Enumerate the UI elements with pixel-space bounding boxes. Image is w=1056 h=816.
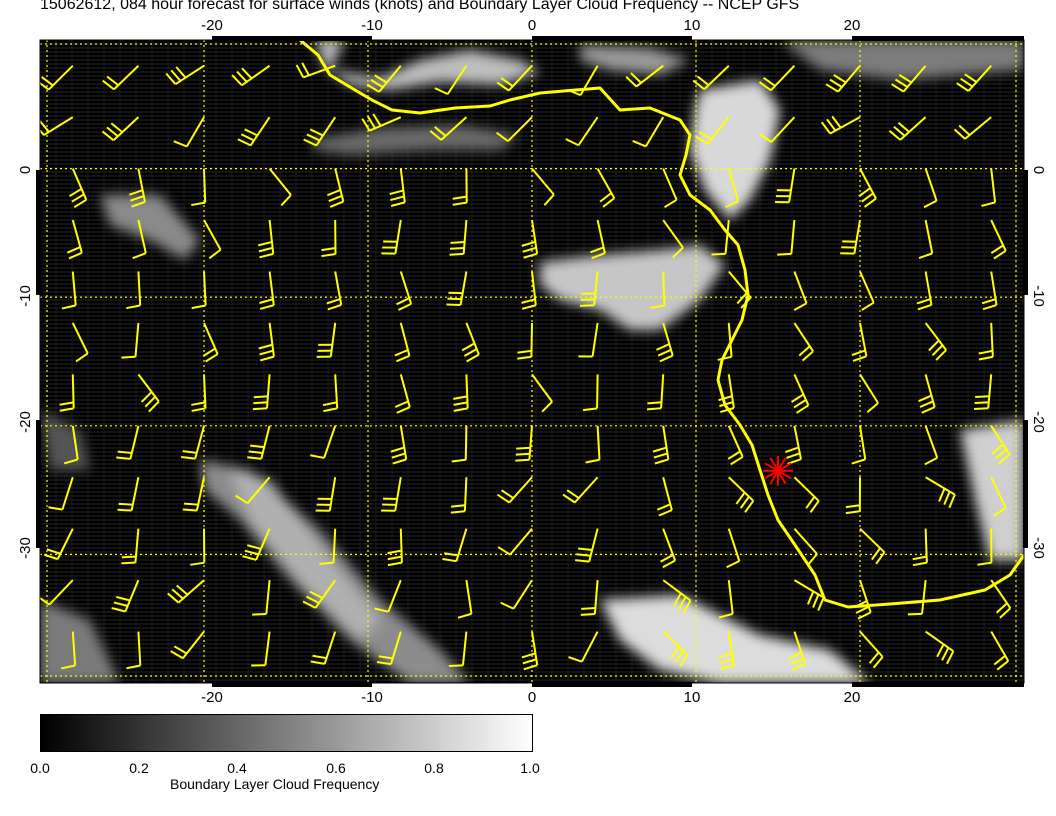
colorbar-label: Boundary Layer Cloud Frequency — [170, 776, 380, 792]
lat-tick-right: 0 — [1030, 166, 1047, 174]
lon-tick-bottom: 20 — [844, 689, 861, 706]
lon-tick-top: 10 — [684, 17, 701, 34]
lon-ticks-top: -20 -10 0 10 20 — [201, 17, 860, 34]
lat-tick-right: -10 — [1030, 285, 1047, 307]
lat-tick-right: -30 — [1030, 537, 1047, 559]
lat-tick-right: -20 — [1030, 411, 1047, 433]
map-figure: -20 -10 0 10 20 -20 -10 0 10 20 0 -10 -2… — [17, 17, 1047, 706]
lon-tick-top: -20 — [201, 17, 223, 34]
lat-tick-left: -10 — [17, 285, 34, 307]
colorbar — [40, 714, 533, 752]
lon-tick-bottom: 10 — [684, 689, 701, 706]
colorbar-tick: 0.4 — [227, 760, 247, 776]
lon-tick-bottom: 0 — [528, 689, 536, 706]
lon-tick-bottom: -20 — [201, 689, 223, 706]
colorbar-tick: 0.8 — [424, 760, 444, 776]
colorbar-tick: 0.2 — [129, 760, 149, 776]
lon-ticks-bottom: -20 -10 0 10 20 — [201, 689, 860, 706]
lat-ticks-right: 0 -10 -20 -30 — [1030, 166, 1047, 559]
lat-tick-left: 0 — [17, 166, 34, 174]
colorbar-tick: 0.6 — [326, 760, 346, 776]
lat-tick-left: -30 — [17, 537, 34, 559]
lon-tick-top: 20 — [844, 17, 861, 34]
lat-tick-left: -20 — [17, 411, 34, 433]
lon-tick-top: -10 — [361, 17, 383, 34]
lon-tick-top: 0 — [528, 17, 536, 34]
colorbar-tick: 1.0 — [520, 760, 540, 776]
colorbar-tick: 0.0 — [30, 760, 50, 776]
lat-ticks-left: 0 -10 -20 -30 — [17, 166, 34, 559]
lon-tick-bottom: -10 — [361, 689, 383, 706]
